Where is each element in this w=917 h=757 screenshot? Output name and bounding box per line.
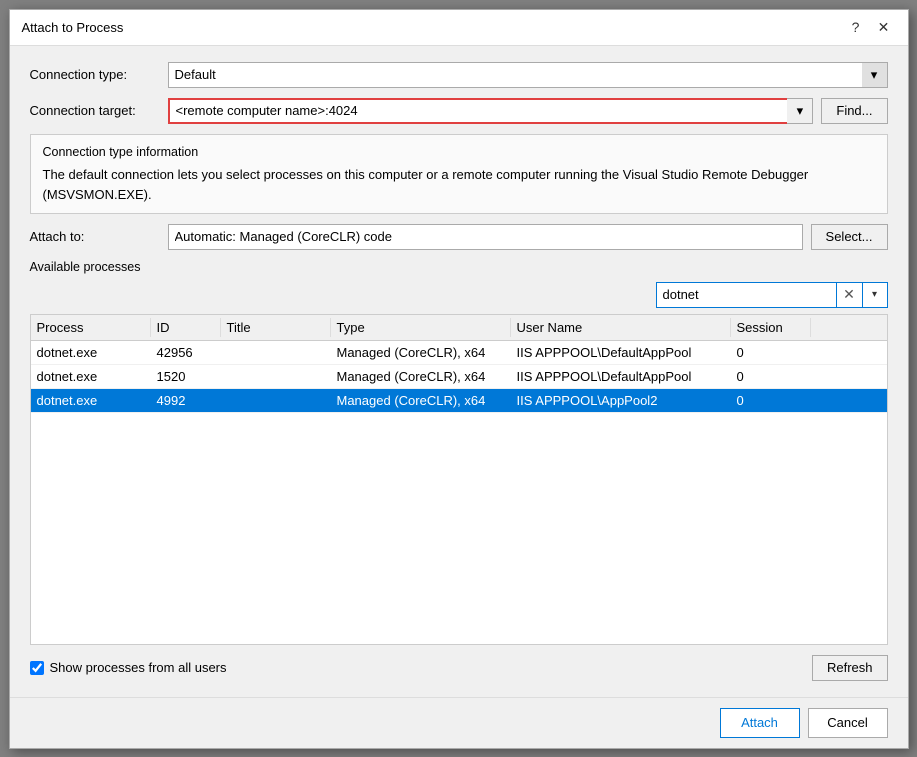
info-box-title: Connection type information: [43, 143, 875, 162]
connection-type-control: Default ▾: [168, 62, 888, 88]
cell-title: [221, 367, 331, 386]
close-button[interactable]: ✕: [872, 15, 896, 39]
cell-id: 42956: [151, 343, 221, 362]
cell-session: 0: [731, 367, 811, 386]
show-all-users-checkbox[interactable]: [30, 661, 44, 675]
cell-username: IIS APPPOOL\DefaultAppPool: [511, 343, 731, 362]
filter-row: ✕ ▾: [30, 282, 888, 308]
show-all-users-text: Show processes from all users: [50, 660, 227, 675]
connection-target-row: Connection target: ▾ Find...: [30, 98, 888, 124]
select-button[interactable]: Select...: [811, 224, 888, 250]
available-processes-label: Available processes: [30, 260, 888, 274]
filter-dropdown-button[interactable]: ▾: [862, 282, 888, 308]
process-table: Process ID Title Type User Name Session …: [30, 314, 888, 645]
cell-username: IIS APPPOOL\DefaultAppPool: [511, 367, 731, 386]
info-box-text: The default connection lets you select p…: [43, 167, 809, 202]
connection-target-input[interactable]: [168, 98, 814, 124]
table-row[interactable]: dotnet.exe 42956 Managed (CoreCLR), x64 …: [31, 341, 887, 365]
title-bar-controls: ? ✕: [844, 15, 896, 39]
cell-id: 4992: [151, 391, 221, 410]
attach-to-row: Attach to: Select...: [30, 224, 888, 250]
show-all-users-label[interactable]: Show processes from all users: [30, 660, 227, 675]
attach-to-input: [168, 224, 803, 250]
table-row[interactable]: dotnet.exe 1520 Managed (CoreCLR), x64 I…: [31, 365, 887, 389]
table-body: dotnet.exe 42956 Managed (CoreCLR), x64 …: [31, 341, 887, 413]
cancel-button[interactable]: Cancel: [808, 708, 888, 738]
available-processes-section: Available processes ✕ ▾ Process ID Title…: [30, 260, 888, 681]
cell-type: Managed (CoreCLR), x64: [331, 343, 511, 362]
connection-target-label: Connection target:: [30, 103, 160, 118]
dialog-title: Attach to Process: [22, 20, 124, 35]
table-row[interactable]: dotnet.exe 4992 Managed (CoreCLR), x64 I…: [31, 389, 887, 413]
cell-process: dotnet.exe: [31, 367, 151, 386]
refresh-button[interactable]: Refresh: [812, 655, 888, 681]
cell-process: dotnet.exe: [31, 343, 151, 362]
connection-type-select[interactable]: Default: [168, 62, 888, 88]
connection-type-row: Connection type: Default ▾: [30, 62, 888, 88]
find-button[interactable]: Find...: [821, 98, 887, 124]
header-title: Title: [221, 318, 331, 337]
header-session: Session: [731, 318, 811, 337]
header-username: User Name: [511, 318, 731, 337]
cell-title: [221, 343, 331, 362]
cell-session: 0: [731, 391, 811, 410]
filter-input[interactable]: [656, 282, 836, 308]
cell-username: IIS APPPOOL\AppPool2: [511, 391, 731, 410]
attach-to-process-dialog: Attach to Process ? ✕ Connection type: D…: [9, 9, 909, 749]
cell-title: [221, 391, 331, 410]
header-process: Process: [31, 318, 151, 337]
table-header: Process ID Title Type User Name Session: [31, 315, 887, 341]
bottom-row: Show processes from all users Refresh: [30, 655, 888, 681]
info-box: Connection type information The default …: [30, 134, 888, 214]
help-button[interactable]: ?: [844, 15, 868, 39]
header-type: Type: [331, 318, 511, 337]
attach-button[interactable]: Attach: [720, 708, 800, 738]
cell-type: Managed (CoreCLR), x64: [331, 367, 511, 386]
dialog-body: Connection type: Default ▾ Connection ta…: [10, 46, 908, 697]
connection-target-control: ▾: [168, 98, 814, 124]
cell-session: 0: [731, 343, 811, 362]
filter-clear-button[interactable]: ✕: [836, 282, 862, 308]
title-bar: Attach to Process ? ✕: [10, 10, 908, 46]
cell-type: Managed (CoreCLR), x64: [331, 391, 511, 410]
dialog-footer: Attach Cancel: [10, 697, 908, 748]
connection-type-label: Connection type:: [30, 67, 160, 82]
filter-input-wrap: ✕ ▾: [656, 282, 888, 308]
cell-id: 1520: [151, 367, 221, 386]
cell-process: dotnet.exe: [31, 391, 151, 410]
header-id: ID: [151, 318, 221, 337]
attach-to-control: [168, 224, 803, 250]
attach-to-label: Attach to:: [30, 229, 160, 244]
